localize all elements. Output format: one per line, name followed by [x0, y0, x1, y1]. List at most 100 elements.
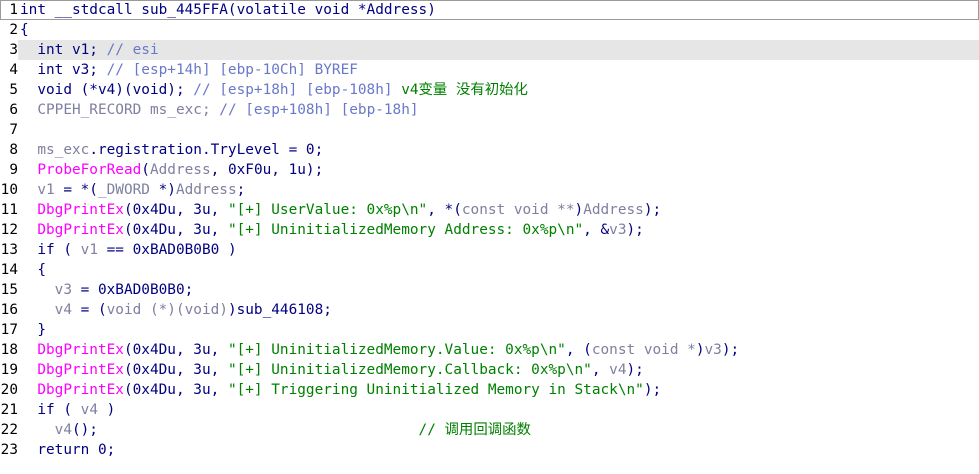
code-token[interactable]: v1: [81, 242, 98, 258]
code-text[interactable]: DbgPrintEx(0x4Du, 3u, "[+] Uninitialized…: [18, 220, 644, 240]
code-line[interactable]: 16 v4 = (void (*)(void))sub_446108;: [0, 300, 979, 320]
code-token[interactable]: "[+] UninitializedMemory.Callback: 0x%p\…: [228, 362, 592, 378]
code-token[interactable]: "[+] UninitializedMemory.Value: 0x%p\n": [228, 342, 566, 358]
code-token[interactable]: CPPEH_RECORD ms_exc;: [20, 102, 219, 118]
code-token[interactable]: "[+] UserValue: 0x%p\n": [228, 202, 427, 218]
code-token[interactable]: return 0;: [20, 442, 115, 458]
code-text[interactable]: v4(); // 调用回调函数: [18, 420, 531, 440]
code-token[interactable]: v4变量 没有初始化: [401, 82, 528, 98]
code-token[interactable]: int v3;: [20, 62, 107, 78]
code-token[interactable]: // 调用回调函数: [419, 422, 531, 438]
code-token[interactable]: v3: [704, 342, 721, 358]
code-token[interactable]: int __stdcall sub_445FFA(volatile void *…: [20, 2, 436, 18]
code-line[interactable]: 22 v4(); // 调用回调函数: [0, 420, 979, 440]
code-token[interactable]: (0x4Du, 3u,: [124, 222, 228, 238]
code-text[interactable]: int v1; // esi: [18, 40, 158, 60]
code-line[interactable]: 17 }: [0, 320, 979, 340]
code-token[interactable]: void (*)(void): [107, 302, 228, 318]
code-token[interactable]: v3: [609, 222, 626, 238]
code-token[interactable]: }: [20, 322, 46, 338]
code-line[interactable]: 8 ms_exc.registration.TryLevel = 0;: [0, 140, 979, 160]
code-token[interactable]: DbgPrintEx: [20, 342, 124, 358]
code-token[interactable]: v4: [20, 422, 72, 438]
code-token[interactable]: );: [722, 342, 739, 358]
code-token[interactable]: = (: [72, 302, 107, 318]
code-token[interactable]: // [esp+18h] [ebp-108h]: [193, 82, 401, 98]
code-token[interactable]: void (*v4)(void);: [20, 82, 193, 98]
code-text[interactable]: v1 = *(_DWORD *)Address;: [18, 180, 245, 200]
code-text[interactable]: int __stdcall sub_445FFA(volatile void *…: [18, 0, 436, 20]
code-line[interactable]: 18 DbgPrintEx(0x4Du, 3u, "[+] Uninitiali…: [0, 340, 979, 360]
code-line[interactable]: 3 int v1; // esi: [0, 40, 979, 60]
code-text[interactable]: DbgPrintEx(0x4Du, 3u, "[+] Triggering Un…: [18, 380, 661, 400]
code-token[interactable]: const void *: [592, 342, 696, 358]
code-token[interactable]: if (: [20, 242, 81, 258]
code-token[interactable]: (0x4Du, 3u,: [124, 362, 228, 378]
code-line[interactable]: 20 DbgPrintEx(0x4Du, 3u, "[+] Triggering…: [0, 380, 979, 400]
code-token[interactable]: (0x4Du, 3u,: [124, 202, 228, 218]
code-token[interactable]: {: [20, 22, 29, 38]
code-line[interactable]: 7: [0, 120, 979, 140]
code-token[interactable]: ();: [72, 422, 419, 438]
code-line[interactable]: 6 CPPEH_RECORD ms_exc; // [esp+108h] [eb…: [0, 100, 979, 120]
code-token[interactable]: );: [626, 362, 643, 378]
pseudocode-editor[interactable]: 1 int __stdcall sub_445FFA(volatile void …: [0, 0, 979, 474]
code-text[interactable]: ms_exc.registration.TryLevel = 0;: [18, 140, 323, 160]
code-token[interactable]: = *(: [55, 182, 98, 198]
code-text[interactable]: CPPEH_RECORD ms_exc; // [esp+108h] [ebp-…: [18, 100, 418, 120]
code-line[interactable]: 11 DbgPrintEx(0x4Du, 3u, "[+] UserValue:…: [0, 200, 979, 220]
code-token[interactable]: v1: [20, 182, 54, 198]
code-token[interactable]: , *(: [427, 202, 462, 218]
code-token[interactable]: (0x4Du, 3u,: [124, 342, 228, 358]
code-line[interactable]: 14 {: [0, 260, 979, 280]
code-token[interactable]: _DWORD: [98, 182, 150, 198]
code-token[interactable]: );: [644, 382, 661, 398]
code-text[interactable]: {: [18, 20, 29, 40]
code-text[interactable]: DbgPrintEx(0x4Du, 3u, "[+] Uninitialized…: [18, 360, 644, 380]
code-token[interactable]: );: [627, 222, 644, 238]
code-token[interactable]: , &: [583, 222, 609, 238]
code-token[interactable]: )sub_446108;: [228, 302, 332, 318]
code-token[interactable]: );: [644, 202, 661, 218]
code-token[interactable]: ;: [237, 182, 246, 198]
code-token[interactable]: , 0xF0u, 1u);: [211, 162, 324, 178]
code-token[interactable]: *): [150, 182, 176, 198]
code-line[interactable]: 15 v3 = 0xBAD0B0B0;: [0, 280, 979, 300]
code-token[interactable]: (: [141, 162, 150, 178]
code-token[interactable]: int v1;: [20, 42, 107, 58]
code-token[interactable]: v4: [81, 402, 98, 418]
code-token[interactable]: "[+] UninitializedMemory Address: 0x%p\n…: [228, 222, 583, 238]
code-token[interactable]: v4: [609, 362, 626, 378]
code-line[interactable]: 9 ProbeForRead(Address, 0xF0u, 1u);: [0, 160, 979, 180]
code-line[interactable]: 21 if ( v4 ): [0, 400, 979, 420]
code-text[interactable]: v3 = 0xBAD0B0B0;: [18, 280, 194, 300]
code-text[interactable]: return 0;: [18, 440, 115, 460]
code-token[interactable]: if (: [20, 402, 81, 418]
code-token[interactable]: ProbeForRead: [20, 162, 141, 178]
code-line[interactable]: 4 int v3; // [esp+14h] [ebp-10Ch] BYREF: [0, 60, 979, 80]
code-token[interactable]: = 0xBAD0B0B0;: [72, 282, 194, 298]
code-token[interactable]: ,: [592, 362, 609, 378]
code-line[interactable]: 10 v1 = *(_DWORD *)Address;: [0, 180, 979, 200]
code-text[interactable]: if ( v1 == 0xBAD0B0B0 ): [18, 240, 236, 260]
code-token[interactable]: Address: [583, 202, 644, 218]
code-text[interactable]: ProbeForRead(Address, 0xF0u, 1u);: [18, 160, 323, 180]
code-line[interactable]: 2{: [0, 20, 979, 40]
code-line[interactable]: 19 DbgPrintEx(0x4Du, 3u, "[+] Uninitiali…: [0, 360, 979, 380]
code-token[interactable]: "[+] Triggering Uninitialized Memory in …: [228, 382, 644, 398]
code-token[interactable]: v3: [20, 282, 72, 298]
code-text[interactable]: }: [18, 320, 46, 340]
code-token[interactable]: {: [20, 262, 46, 278]
code-text[interactable]: void (*v4)(void); // [esp+18h] [ebp-108h…: [18, 80, 528, 100]
code-text[interactable]: if ( v4 ): [18, 400, 115, 420]
code-token[interactable]: ): [98, 402, 116, 418]
code-token[interactable]: , (: [566, 342, 592, 358]
code-text[interactable]: {: [18, 260, 46, 280]
code-text[interactable]: DbgPrintEx(0x4Du, 3u, "[+] Uninitialized…: [18, 340, 739, 360]
code-token[interactable]: ): [575, 202, 584, 218]
code-text[interactable]: int v3; // [esp+14h] [ebp-10Ch] BYREF: [18, 60, 358, 80]
code-line[interactable]: 13 if ( v1 == 0xBAD0B0B0 ): [0, 240, 979, 260]
code-line[interactable]: 5 void (*v4)(void); // [esp+18h] [ebp-10…: [0, 80, 979, 100]
code-text[interactable]: DbgPrintEx(0x4Du, 3u, "[+] UserValue: 0x…: [18, 200, 661, 220]
code-token[interactable]: v4: [20, 302, 72, 318]
